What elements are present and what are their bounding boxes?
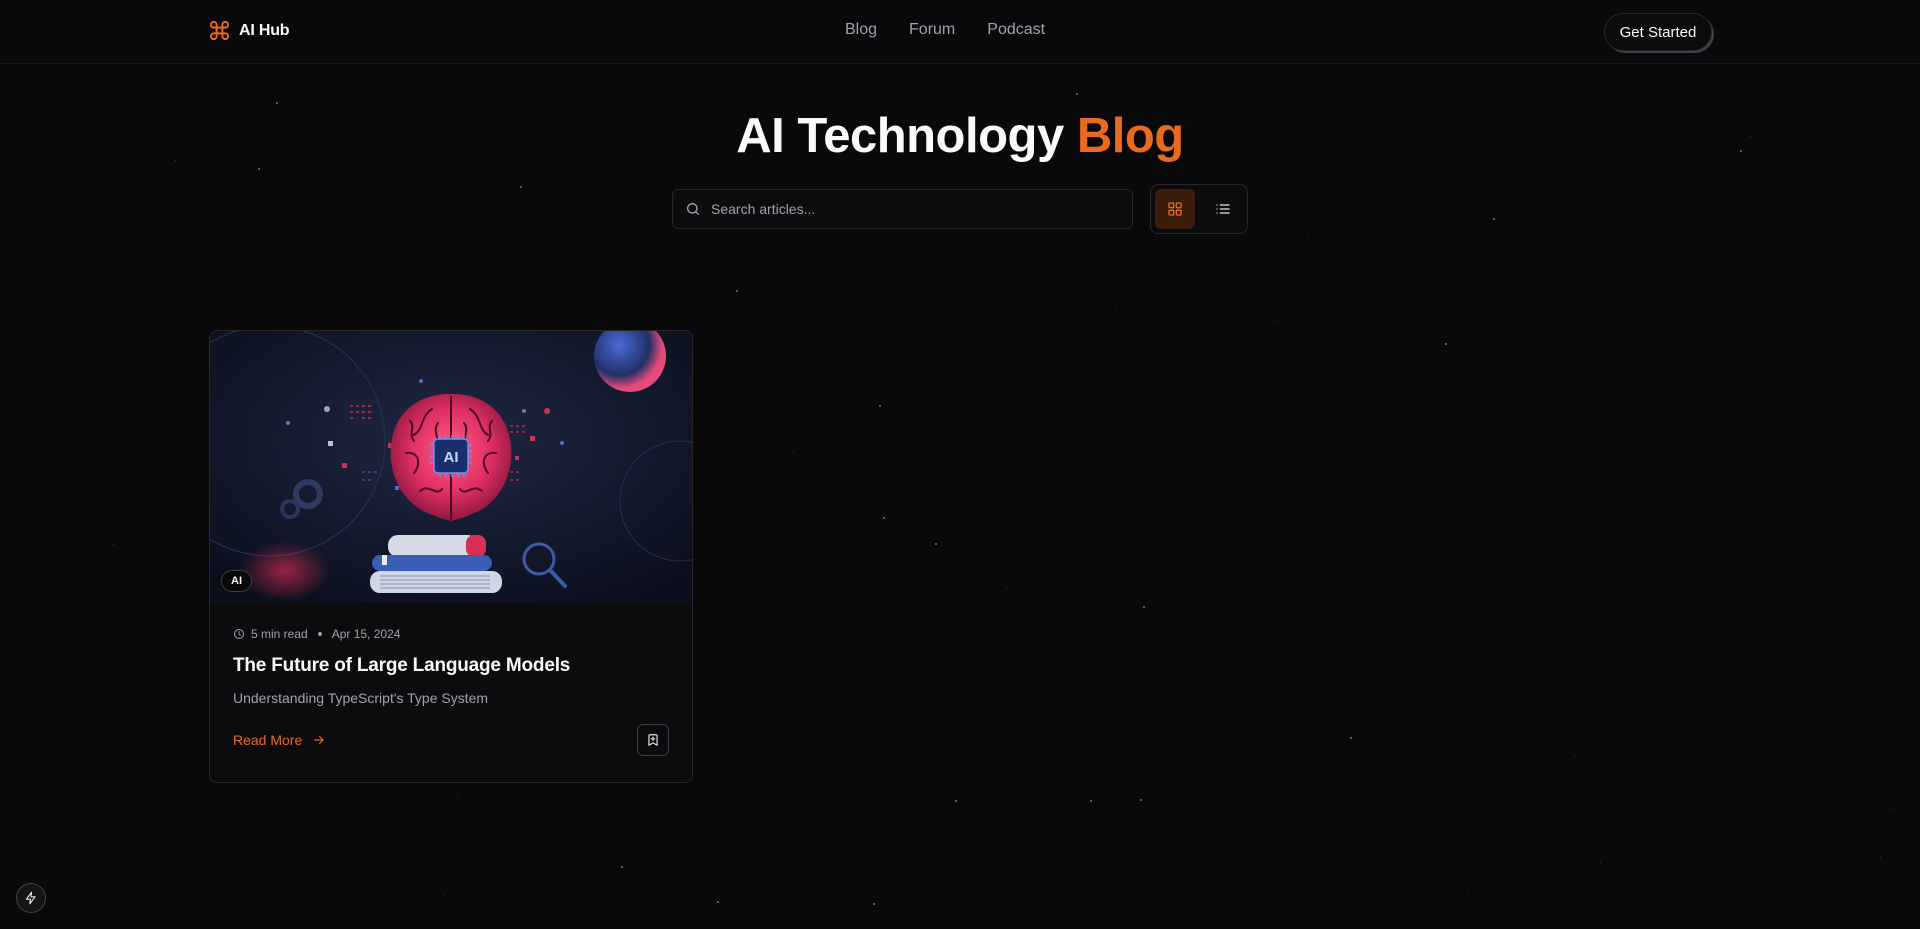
read-more-link[interactable]: Read More	[233, 732, 326, 748]
lightning-icon	[25, 891, 36, 905]
page-title-main: AI Technology	[736, 109, 1064, 163]
bookmark-plus-icon	[648, 734, 658, 746]
search-icon	[687, 203, 699, 215]
nav-link-forum[interactable]: Forum	[909, 21, 955, 39]
list-icon	[1216, 204, 1230, 214]
nav-link-blog[interactable]: Blog	[845, 21, 877, 39]
nav-link-podcast[interactable]: Podcast	[987, 21, 1045, 39]
bookmark-button[interactable]	[637, 724, 669, 756]
brand-name: AI Hub	[239, 21, 290, 39]
clock-icon	[234, 629, 244, 639]
grid-view-button[interactable]	[1155, 189, 1195, 229]
page-title: AI Technology Blog	[0, 108, 1920, 164]
main-nav: Blog Forum Podcast	[845, 21, 1045, 39]
list-view-button[interactable]	[1203, 189, 1243, 229]
blog-post-card[interactable]: AI AI 5 min read Apr 15, 2024 The Future…	[209, 330, 693, 783]
post-body: 5 min read Apr 15, 2024 The Future of La…	[210, 603, 692, 780]
post-thumbnail: AI AI	[210, 331, 692, 603]
arrow-right-icon	[314, 735, 324, 745]
read-more-label: Read More	[233, 732, 303, 748]
top-navbar: AI Hub Blog Forum Podcast Get Started	[0, 0, 1920, 64]
view-toggle	[1150, 184, 1248, 234]
image-chip-label: AI	[444, 449, 459, 466]
grid-icon	[1168, 202, 1182, 216]
brand-logo[interactable]: AI Hub	[208, 19, 290, 42]
post-title[interactable]: The Future of Large Language Models	[233, 655, 669, 677]
ai-brain-illustration: AI	[210, 331, 692, 603]
dev-tools-badge[interactable]	[16, 883, 46, 913]
page-title-accent: Blog	[1076, 109, 1184, 163]
search-box[interactable]	[672, 189, 1133, 229]
search-input[interactable]	[711, 201, 1111, 217]
post-actions: Read More	[233, 724, 669, 756]
post-meta: 5 min read Apr 15, 2024	[233, 627, 669, 641]
category-tag[interactable]: AI	[221, 570, 252, 592]
command-icon	[209, 20, 230, 41]
post-excerpt: Understanding TypeScript's Type System	[233, 690, 489, 706]
meta-separator	[317, 632, 322, 636]
post-date: Apr 15, 2024	[331, 627, 401, 641]
read-time: 5 min read	[251, 627, 308, 641]
get-started-button[interactable]: Get Started	[1604, 13, 1712, 51]
